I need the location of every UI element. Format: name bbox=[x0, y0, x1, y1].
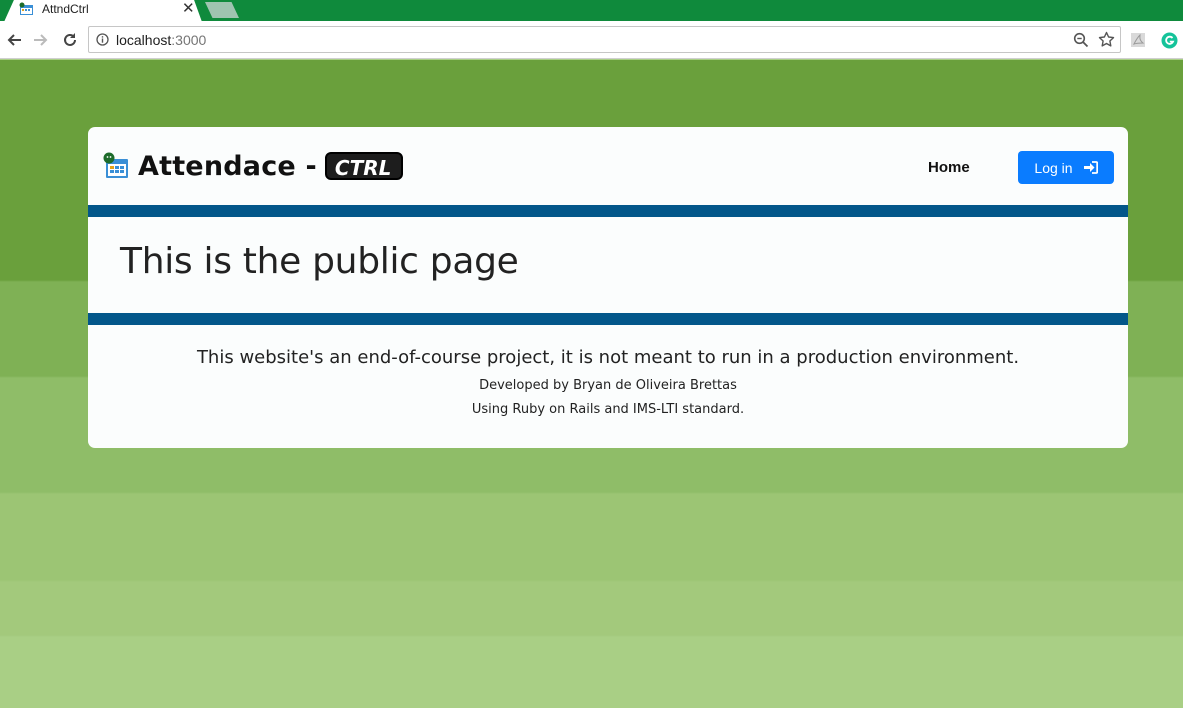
browser-tab[interactable]: AttndCtrl ✕ bbox=[4, 0, 202, 22]
nav-home-link[interactable]: Home bbox=[928, 159, 970, 176]
footer-tech: Using Ruby on Rails and IMS-LTI standard… bbox=[471, 402, 745, 417]
url-host: localhost bbox=[116, 32, 172, 48]
hero-section: This is the public page bbox=[88, 217, 1128, 313]
footer-developer: Developed by Bryan de Oliveira Brettas bbox=[479, 378, 737, 393]
close-tab-icon[interactable]: ✕ bbox=[182, 0, 195, 18]
url-port: :3000 bbox=[171, 32, 207, 48]
info-icon[interactable] bbox=[96, 33, 109, 46]
pdf-extension-icon[interactable] bbox=[1130, 32, 1146, 48]
divider-band-bottom bbox=[88, 313, 1128, 325]
footer: This website's an end-of-course project,… bbox=[88, 325, 1128, 448]
calendar-icon bbox=[19, 2, 33, 15]
back-arrow-icon[interactable] bbox=[5, 31, 23, 49]
reload-icon[interactable] bbox=[61, 31, 79, 49]
brand[interactable]: Attendace - CTRL bbox=[102, 150, 404, 182]
forward-arrow-icon[interactable] bbox=[32, 31, 50, 49]
login-button[interactable]: Log in bbox=[1018, 151, 1114, 184]
sign-in-icon bbox=[1083, 161, 1098, 174]
page-viewport: Attendace - CTRL Home Log in This is the… bbox=[0, 60, 1183, 708]
star-icon[interactable] bbox=[1098, 31, 1115, 48]
brand-text: Attendace - bbox=[138, 150, 317, 182]
address-bar[interactable]: localhost:3000 bbox=[88, 26, 1121, 53]
divider-band-top bbox=[88, 205, 1128, 217]
page-title: This is the public page bbox=[120, 241, 519, 282]
calendar-icon bbox=[103, 152, 128, 178]
new-tab-button[interactable] bbox=[205, 2, 239, 18]
footer-notice: This website's an end-of-course project,… bbox=[196, 347, 1020, 368]
navbar: Attendace - CTRL Home Log in bbox=[88, 127, 1128, 205]
url-text: localhost:3000 bbox=[116, 32, 206, 48]
login-button-label: Log in bbox=[1034, 159, 1073, 176]
zoom-icon[interactable] bbox=[1073, 32, 1089, 48]
grammarly-icon[interactable] bbox=[1161, 32, 1178, 49]
browser-tabstrip: AttndCtrl ✕ bbox=[0, 0, 1183, 22]
browser-toolbar: localhost:3000 bbox=[0, 21, 1183, 59]
brand-badge: CTRL bbox=[324, 152, 404, 180]
tab-title: AttndCtrl bbox=[42, 2, 89, 16]
main-card: Attendace - CTRL Home Log in This is the… bbox=[88, 127, 1128, 448]
